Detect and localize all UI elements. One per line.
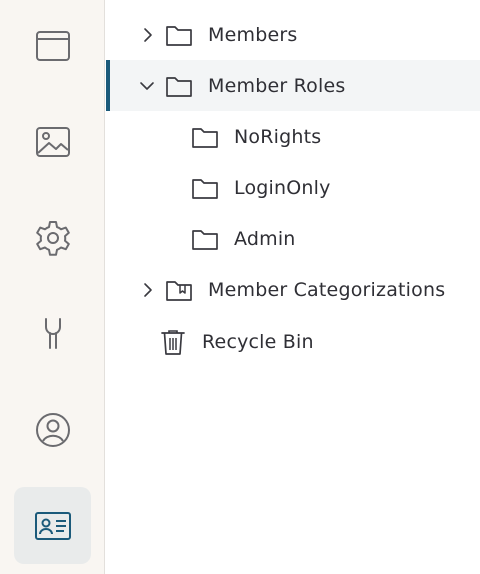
rail-item-users[interactable]	[14, 391, 91, 468]
app-window: Members Member Roles NoRights LoginOnly	[0, 0, 480, 574]
folder-icon	[190, 173, 220, 203]
user-circle-icon	[35, 412, 70, 447]
trash-icon	[158, 327, 188, 357]
rail-item-media[interactable]	[14, 103, 91, 180]
id-card-icon	[34, 511, 71, 540]
folder-icon	[164, 71, 194, 101]
folder-icon	[164, 20, 194, 50]
tree-item-member-categorizations[interactable]: Member Categorizations	[106, 264, 480, 315]
folder-icon	[190, 224, 220, 254]
tree-item-admin[interactable]: Admin	[106, 213, 480, 264]
chevron-down-icon[interactable]	[138, 77, 156, 95]
tree-item-label: Member Roles	[208, 74, 346, 97]
chevron-right-icon[interactable]	[139, 26, 157, 44]
tree-item-label: Member Categorizations	[208, 278, 446, 301]
gear-icon	[35, 220, 70, 256]
folder-icon	[190, 122, 220, 152]
tree-item-label: Admin	[234, 227, 296, 250]
rail-item-members[interactable]	[14, 487, 91, 564]
browser-window-icon	[35, 30, 70, 61]
section-rail	[0, 0, 105, 574]
tree-item-recycle-bin[interactable]: Recycle Bin	[106, 316, 480, 367]
tree-item-norights[interactable]: NoRights	[106, 111, 480, 162]
tree-item-label: NoRights	[234, 125, 322, 148]
folder-bookmark-icon	[164, 275, 194, 305]
chevron-right-icon[interactable]	[139, 281, 157, 299]
tree-item-loginonly[interactable]: LoginOnly	[106, 162, 480, 213]
tree-item-label: LoginOnly	[234, 176, 331, 199]
tree-item-member-roles[interactable]: Member Roles	[106, 60, 480, 111]
tree-item-members[interactable]: Members	[106, 9, 480, 60]
tree-item-label: Recycle Bin	[202, 330, 314, 353]
rail-item-settings[interactable]	[14, 199, 91, 276]
rail-item-content[interactable]	[14, 7, 91, 84]
rail-item-packages[interactable]	[14, 295, 91, 372]
tree-item-label: Members	[208, 23, 298, 46]
image-icon	[35, 126, 70, 157]
wrench-icon	[44, 317, 61, 349]
